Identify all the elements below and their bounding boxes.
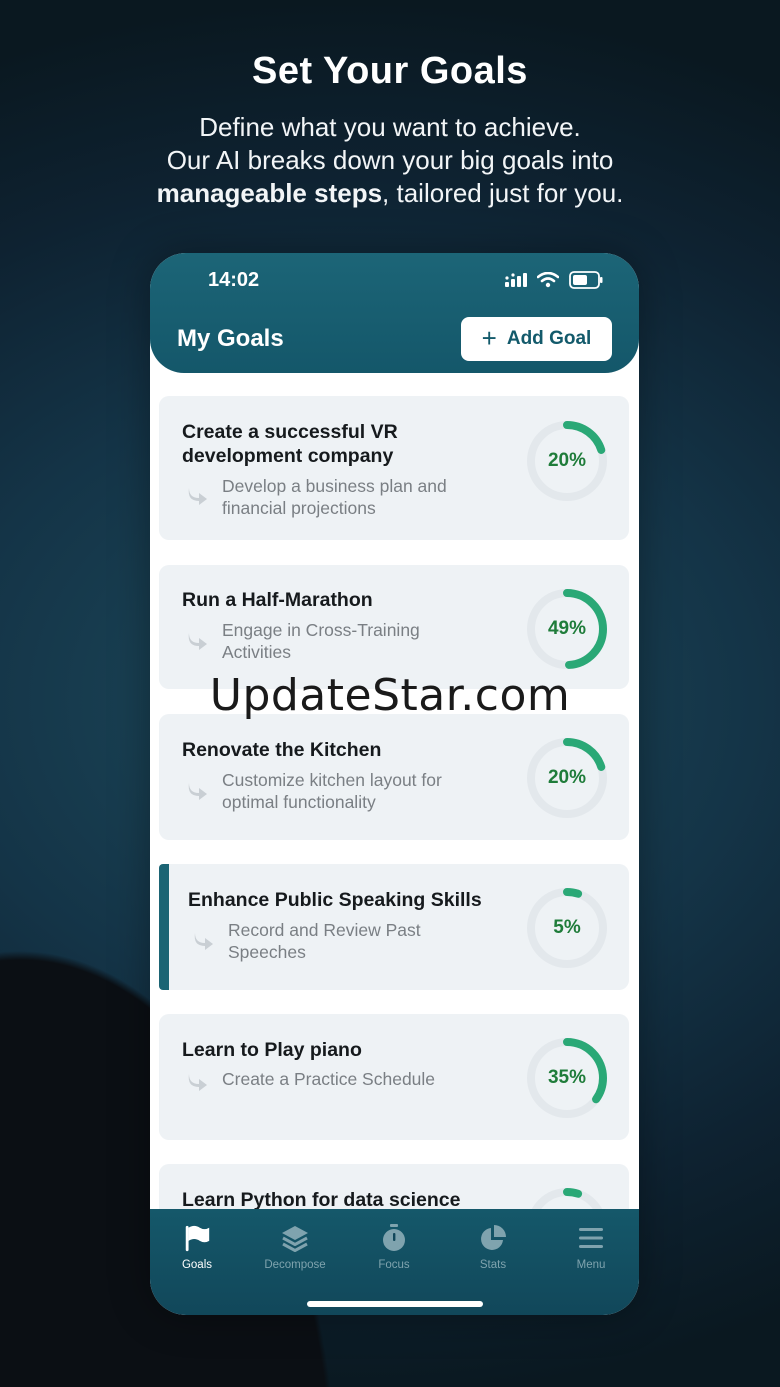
goal-next-step: Develop a business plan and financial pr…	[222, 476, 447, 518]
goal-next-step: Customize kitchen layout for optimal fun…	[222, 770, 442, 812]
tab-label: Decompose	[264, 1259, 326, 1271]
signal-icon	[505, 273, 527, 287]
hero-line-2: Our AI breaks down your big goals into	[166, 145, 614, 175]
tab-focus[interactable]: Focus	[345, 1223, 443, 1271]
goal-title: Run a Half-Marathon	[182, 589, 373, 611]
home-indicator[interactable]	[307, 1301, 483, 1307]
substep-arrow-icon	[188, 633, 207, 650]
page-title: My Goals	[177, 325, 284, 352]
tab-goals[interactable]: Goals	[150, 1223, 246, 1271]
goal-progress-ring: 35%	[525, 1036, 609, 1120]
watermark: UpdateStar.com	[209, 670, 571, 721]
hero-subtitle: Define what you want to achieve. Our AI …	[0, 111, 780, 210]
status-time: 14:02	[208, 269, 260, 291]
tab-menu[interactable]: Menu	[542, 1223, 639, 1271]
hero-line-3: manageable steps, tailored just for you.	[0, 177, 780, 210]
goal-percent: 35%	[547, 1067, 587, 1088]
flag-icon	[185, 1225, 210, 1252]
hamburger-icon	[579, 1228, 603, 1248]
goal-next-step: Record and Review Past Speeches	[228, 920, 421, 962]
goal-card[interactable]: Learn to Play piano Create a Practice Sc…	[159, 1014, 629, 1140]
substep-arrow-icon	[188, 783, 207, 800]
tab-label: Stats	[479, 1259, 507, 1271]
goal-next-step: Create a Practice Schedule	[222, 1069, 436, 1089]
add-goal-label: Add Goal	[506, 328, 592, 349]
goal-percent: 20%	[547, 450, 587, 471]
hero-line-1: Define what you want to achieve.	[199, 112, 581, 142]
substep-arrow-icon	[188, 488, 207, 505]
battery-icon	[569, 271, 603, 289]
goal-card[interactable]: Renovate the Kitchen Customize kitchen l…	[159, 714, 629, 840]
goal-next-step: Engage in Cross-Training Activities	[222, 620, 420, 662]
hero-line-3-rest: , tailored just for you.	[382, 178, 624, 208]
goal-title: Learn to Play piano	[182, 1039, 362, 1061]
tab-decompose[interactable]: Decompose	[246, 1223, 344, 1271]
pie-chart-icon	[481, 1225, 506, 1250]
phone-screen: 14:02 My Goals + Add Goal Create a succe…	[150, 253, 639, 1315]
goal-card[interactable]: Learn Python for data science	[159, 1164, 629, 1209]
status-icons	[505, 271, 603, 289]
bottom-tab-bar: Goals Decompose Focus Stats Menu	[150, 1209, 639, 1315]
add-goal-button[interactable]: + Add Goal	[461, 317, 612, 361]
substep-arrow-icon	[194, 933, 213, 950]
layers-icon	[282, 1226, 308, 1252]
tab-label: Focus	[378, 1259, 410, 1271]
hero-title: Set Your Goals	[252, 50, 528, 92]
goal-title: Learn Python for data science	[182, 1189, 461, 1209]
goal-list[interactable]: Create a successful VR development compa…	[150, 373, 639, 1209]
goal-progress-ring	[525, 1186, 609, 1209]
progress-ring-svg	[527, 1188, 607, 1209]
hero-bold-phrase: manageable steps	[156, 178, 383, 208]
plus-icon: +	[481, 323, 497, 353]
wifi-icon	[537, 272, 559, 288]
goal-progress-ring: 49%	[525, 587, 609, 671]
goal-progress-ring: 5%	[525, 886, 609, 970]
app-header: 14:02 My Goals + Add Goal	[150, 253, 639, 373]
goal-percent: 20%	[547, 767, 587, 788]
goal-progress-ring: 20%	[525, 419, 609, 503]
goal-percent: 49%	[547, 618, 587, 639]
tab-label: Menu	[576, 1259, 606, 1271]
goal-title: Renovate the Kitchen	[182, 739, 382, 761]
goal-title: Create a successful VR development compa…	[182, 421, 398, 467]
substep-arrow-icon	[188, 1074, 207, 1091]
goal-card[interactable]: Create a successful VR development compa…	[159, 396, 629, 540]
tab-stats[interactable]: Stats	[444, 1223, 542, 1271]
tab-label: Goals	[181, 1259, 213, 1271]
goal-percent: 5%	[553, 917, 581, 938]
stopwatch-icon	[383, 1224, 405, 1251]
goal-card-selected[interactable]: Enhance Public Speaking Skills Record an…	[159, 864, 629, 990]
goal-progress-ring: 20%	[525, 736, 609, 820]
goal-title: Enhance Public Speaking Skills	[188, 889, 482, 911]
